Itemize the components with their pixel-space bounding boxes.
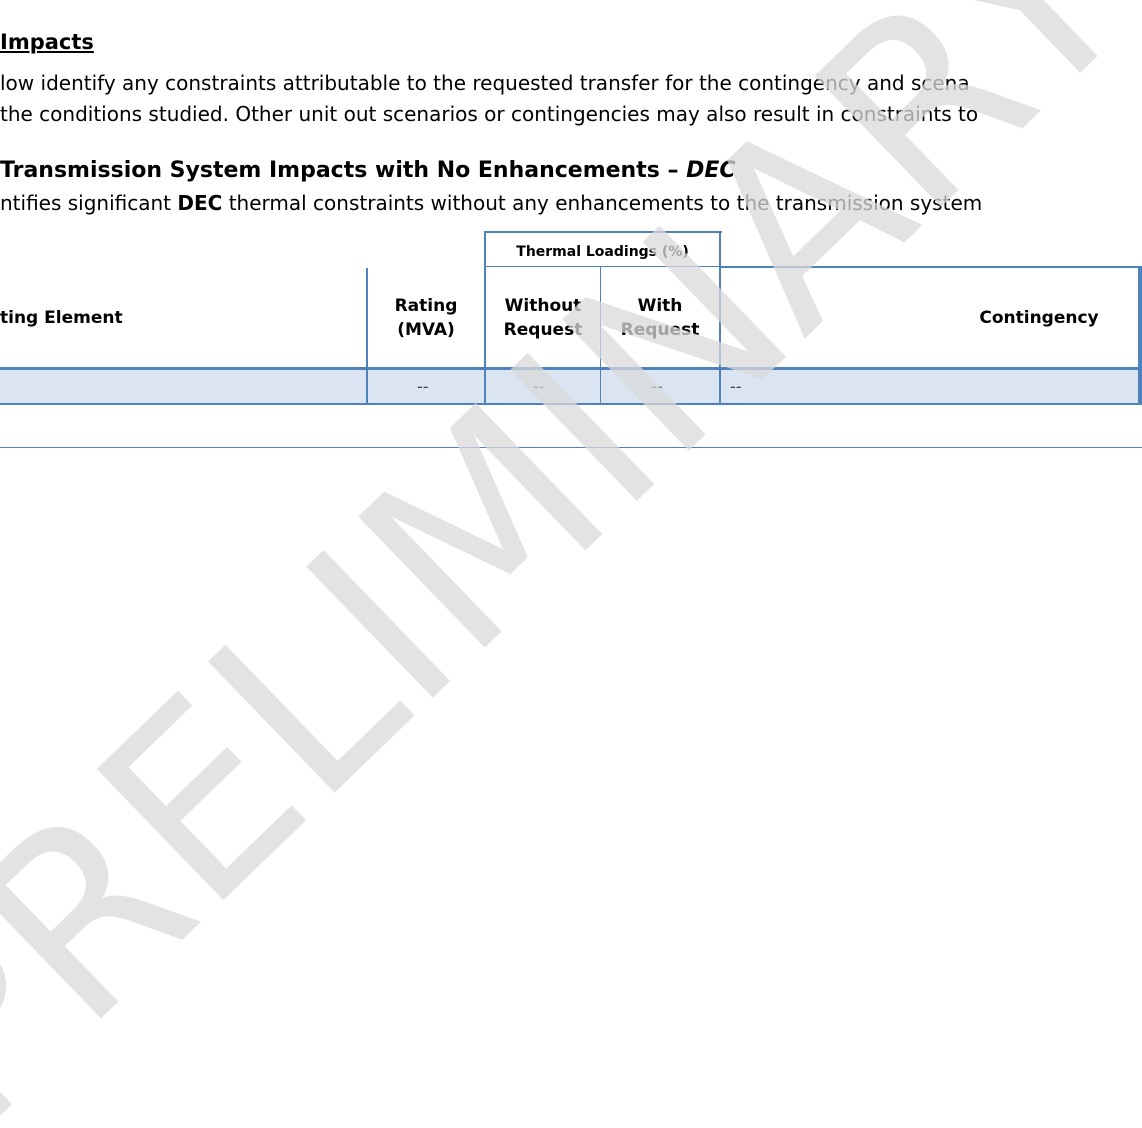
table-border — [0, 367, 1142, 370]
column-header-contingency: Contingency — [979, 307, 1099, 328]
cell-contingency: -- — [730, 377, 742, 396]
column-header-rating: Rating (MVA) — [394, 295, 458, 340]
table-border — [485, 231, 722, 233]
constraints-table: Thermal Loadings (%) ting Element Rating… — [0, 0, 1142, 460]
table-border — [0, 403, 1142, 405]
thermal-loadings-group-header: Thermal Loadings (%) — [516, 244, 689, 260]
cell-with-request: -- — [651, 377, 663, 396]
table-border — [485, 266, 720, 267]
cell-without-request: -- — [533, 377, 545, 396]
table-border — [1138, 268, 1142, 405]
column-header-element: ting Element — [0, 307, 123, 328]
column-header-without-request: Without Request — [503, 295, 583, 340]
document-page: Impacts low identify any constraints att… — [0, 0, 1142, 1128]
table-border — [0, 447, 1142, 448]
table-row — [0, 370, 1142, 403]
cell-rating: -- — [417, 377, 429, 396]
column-header-with-request: With Request — [620, 295, 700, 340]
